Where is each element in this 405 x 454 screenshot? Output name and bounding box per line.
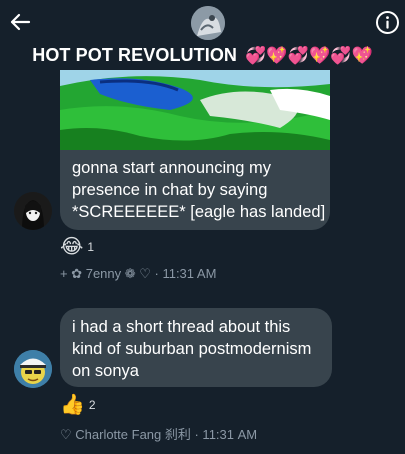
info-button[interactable] [375,10,400,35]
thumbs-up-emoji-icon: 👍 [60,394,85,416]
message-text: i had a short thread about this kind of … [72,316,324,382]
message-line: presence in chat by saying [72,181,268,199]
reaction-count: 1 [87,240,95,254]
message-bubble[interactable]: gonna start announcing my presence in ch… [60,70,330,230]
message-line: i had a short thread about this [72,318,291,336]
back-button[interactable] [8,10,32,34]
group-title: HOT POT REVOLUTION 💞💖💞💖💞💖 [0,45,405,66]
message-line: gonna start announcing my [72,159,272,177]
sender-avatar[interactable] [14,350,52,388]
reaction-chip[interactable]: 👍 2 [60,395,96,415]
group-title-text: HOT POT REVOLUTION [32,45,238,65]
laughing-emoji-icon: 😂 [60,236,84,258]
reaction-count: 2 [88,398,96,412]
chat-header: HOT POT REVOLUTION 💞💖💞💖💞💖 [0,0,405,72]
group-avatar[interactable] [191,6,225,40]
back-arrow-icon [10,13,31,31]
message-line: *SCREEEEEE* [eagle has landed] [72,203,326,221]
message-meta: + ✿ 7enny ❁ ♡ · 11:31 AM [60,266,217,281]
message-meta: ♡ Charlotte Fang 刹利 · 11:31 AM [60,427,258,442]
message-media-image[interactable] [60,70,330,150]
info-icon [376,11,399,34]
message-line: kind of suburban postmodernism [72,340,312,358]
reaction-chip[interactable]: 😂 1 [60,237,94,257]
message-bubble[interactable]: i had a short thread about this kind of … [60,308,332,387]
title-heart-emoji: 💞💖💞💖💞💖 [245,46,373,66]
sender-avatar[interactable] [14,192,52,230]
message-line: on sonya [72,362,139,380]
message-text: gonna start announcing my presence in ch… [72,157,326,223]
